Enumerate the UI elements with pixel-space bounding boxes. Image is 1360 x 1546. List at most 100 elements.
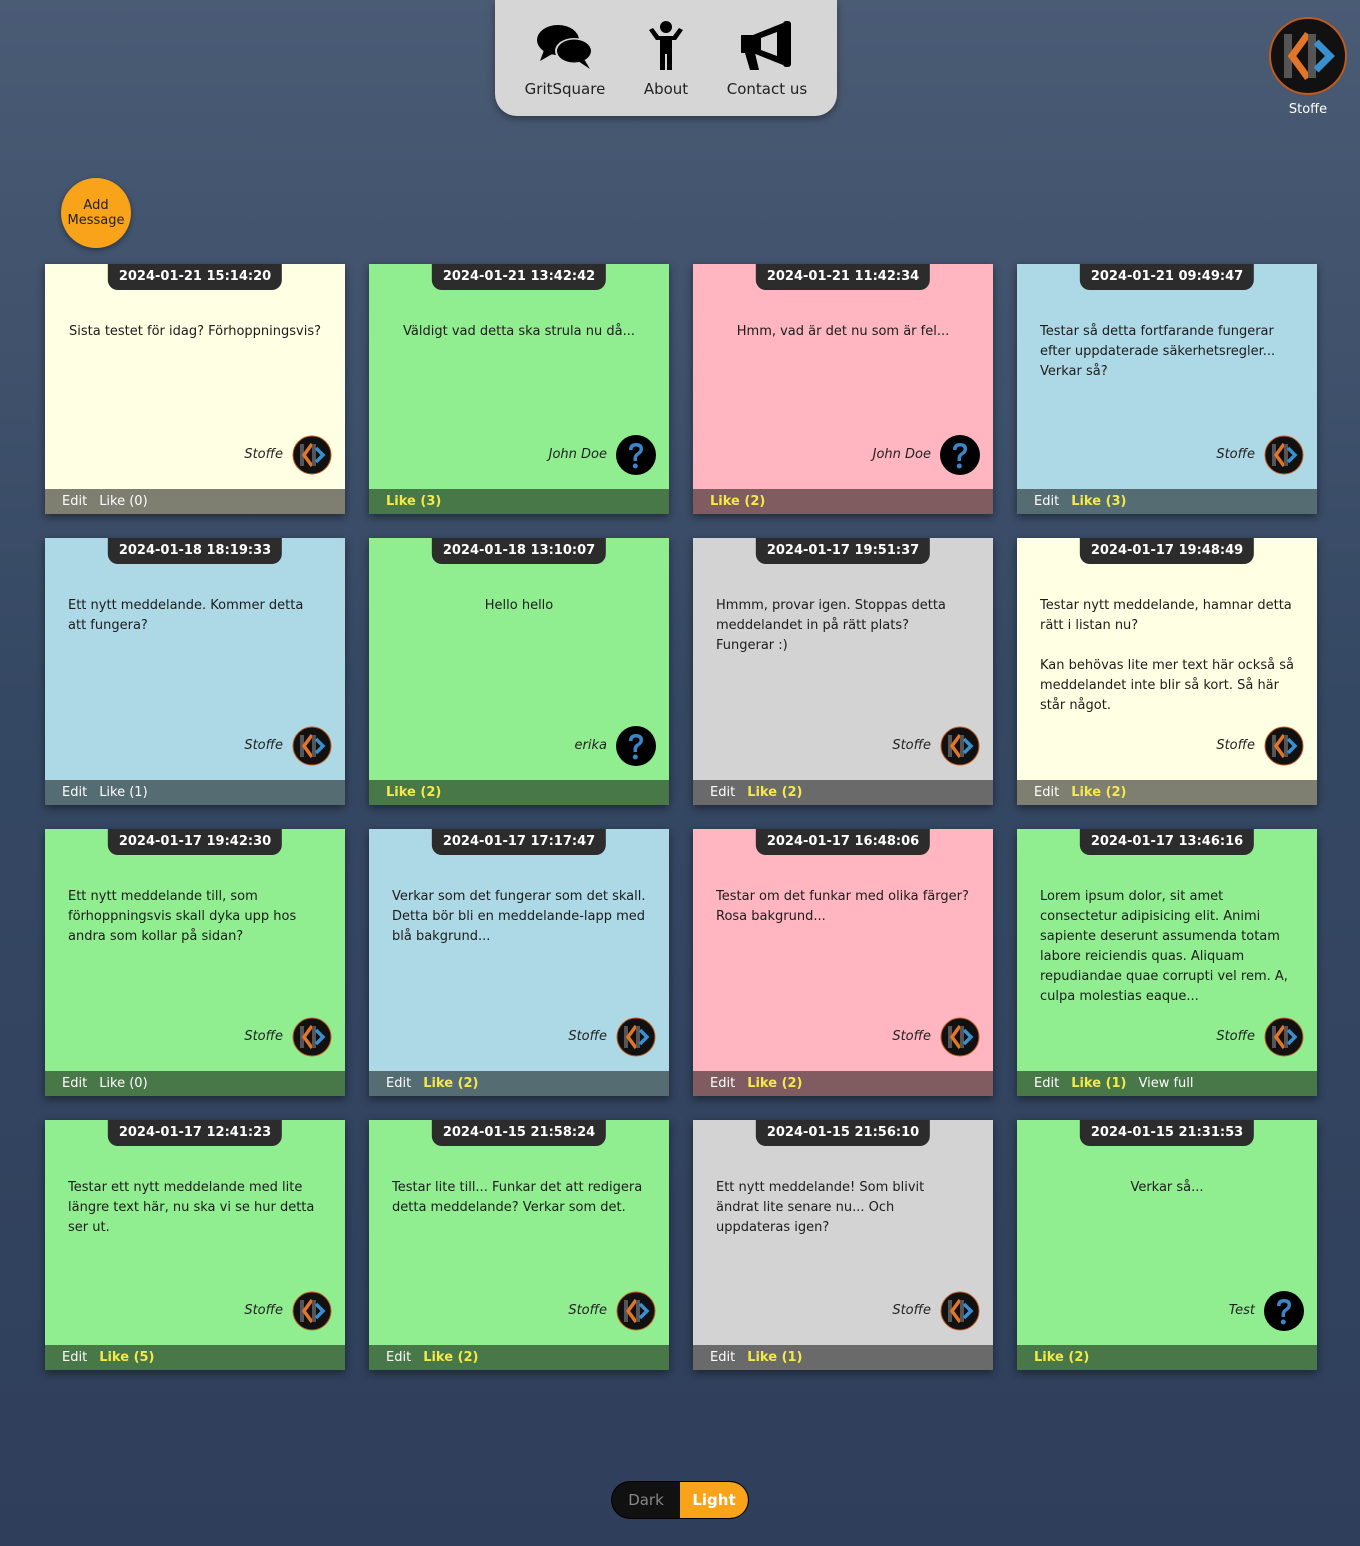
nav-item-contact-us[interactable]: Contact us (712, 18, 822, 98)
edit-button[interactable]: Edit (710, 1076, 735, 1091)
note-author: Stoffe (1216, 447, 1255, 462)
note-text: Verkar som det fungerar som det skall. D… (392, 889, 646, 944)
kb-logo-avatar-icon (940, 1291, 980, 1331)
note-author: John Doe (548, 447, 607, 462)
note-author: Stoffe (244, 1029, 283, 1044)
note-action-bar: Edit Like (0) (45, 489, 345, 514)
message-note: 2024-01-21 15:14:20 Sista testet för idag… (45, 264, 345, 514)
kb-logo-avatar-icon (1264, 726, 1304, 766)
note-author: Stoffe (892, 1029, 931, 1044)
kb-logo-avatar-icon (940, 1017, 980, 1057)
edit-button[interactable]: Edit (62, 785, 87, 800)
note-author: Stoffe (892, 738, 931, 753)
like-button[interactable]: Like (1) (1071, 1076, 1126, 1091)
message-note: 2024-01-17 12:41:23 Testar ett nytt medde… (45, 1120, 345, 1370)
note-action-bar: Edit Like (2) (369, 1345, 669, 1370)
note-date: 2024-01-15 21:58:24 (431, 1120, 607, 1146)
note-text: Lorem ipsum dolor, sit amet consectetur … (1040, 889, 1288, 1004)
note-date: 2024-01-17 19:48:49 (1079, 538, 1255, 564)
nav-label: Contact us (726, 80, 808, 98)
edit-button[interactable]: Edit (386, 1076, 411, 1091)
note-text: Ett nytt meddelande. Kommer detta att fu… (68, 598, 304, 633)
note-author: Stoffe (568, 1303, 607, 1318)
like-button[interactable]: Like (2) (423, 1350, 478, 1365)
person-icon (611, 18, 721, 74)
kb-logo-avatar-icon (1264, 1017, 1304, 1057)
like-button[interactable]: Like (2) (386, 785, 441, 800)
note-date: 2024-01-17 16:48:06 (755, 829, 931, 855)
theme-light-option[interactable]: Light (680, 1482, 748, 1518)
note-date: 2024-01-15 21:56:10 (755, 1120, 931, 1146)
note-author: John Doe (872, 447, 931, 462)
like-button[interactable]: Like (2) (1034, 1350, 1089, 1365)
edit-button[interactable]: Edit (710, 1350, 735, 1365)
note-date: 2024-01-17 19:42:30 (107, 829, 283, 855)
note-text: Testar lite till... Funkar det att redig… (392, 1180, 643, 1215)
note-text: Ett nytt meddelande! Som blivit ändrat l… (716, 1180, 925, 1235)
note-date: 2024-01-17 13:46:16 (1079, 829, 1255, 855)
note-action-bar: Edit Like (2) (693, 1071, 993, 1096)
note-author: Stoffe (244, 447, 283, 462)
megaphone-icon (712, 18, 822, 74)
nav-item-about[interactable]: About (611, 18, 721, 98)
like-button[interactable]: Like (1) (99, 785, 147, 800)
edit-button[interactable]: Edit (1034, 494, 1059, 509)
like-button[interactable]: Like (2) (747, 1076, 802, 1091)
edit-button[interactable]: Edit (62, 494, 87, 509)
add-button-line2: Message (67, 213, 125, 228)
note-text: Testar ett nytt meddelande med lite läng… (68, 1180, 315, 1235)
kb-logo-avatar-icon (292, 435, 332, 475)
note-text: Hmmm, provar igen. Stoppas detta meddela… (716, 598, 946, 653)
like-button[interactable]: Like (2) (747, 785, 802, 800)
nav-item-gritsquare[interactable]: GritSquare (510, 18, 620, 98)
message-note: 2024-01-15 21:56:10 Ett nytt meddelande! … (693, 1120, 993, 1370)
note-action-bar: Edit Like (3) (1017, 489, 1317, 514)
like-button[interactable]: Like (2) (1071, 785, 1126, 800)
like-button[interactable]: Like (2) (710, 494, 765, 509)
note-action-bar: Edit Like (5) (45, 1345, 345, 1370)
note-text: Hello hello (484, 598, 554, 613)
edit-button[interactable]: Edit (710, 785, 735, 800)
profile-name: Stoffe (1288, 102, 1328, 117)
nav-label: About (643, 80, 689, 98)
question-avatar-icon (940, 435, 980, 475)
add-button-line1: Add (83, 198, 109, 213)
note-text: Hmm, vad är det nu som är fel... (736, 324, 950, 339)
like-button[interactable]: Like (5) (99, 1350, 154, 1365)
add-message-button[interactable]: Add Message (61, 178, 131, 248)
message-note: 2024-01-15 21:31:53 Verkar så... Test Like … (1017, 1120, 1317, 1370)
edit-button[interactable]: Edit (1034, 1076, 1059, 1091)
message-note: 2024-01-21 09:49:47 Testar så detta fortf… (1017, 264, 1317, 514)
top-nav: GritSquare About Contact us (495, 0, 837, 116)
note-text: Testar nytt meddelande, hamnar detta rät… (1040, 598, 1294, 713)
like-button[interactable]: Like (3) (1071, 494, 1126, 509)
like-button[interactable]: Like (2) (423, 1076, 478, 1091)
theme-toggle[interactable]: Dark Light (612, 1482, 748, 1518)
edit-button[interactable]: Edit (1034, 785, 1059, 800)
message-note: 2024-01-21 13:42:42 Väldigt vad detta ska… (369, 264, 669, 514)
edit-button[interactable]: Edit (62, 1076, 87, 1091)
edit-button[interactable]: Edit (62, 1350, 87, 1365)
like-button[interactable]: Like (1) (747, 1350, 802, 1365)
view-full-button[interactable]: View full (1139, 1076, 1194, 1091)
note-author: Test (1228, 1303, 1255, 1318)
note-author: erika (574, 738, 607, 753)
user-profile[interactable]: Stoffe (1268, 16, 1348, 117)
note-author: Stoffe (1216, 738, 1255, 753)
chat-bubbles-icon (510, 18, 620, 74)
note-author: Stoffe (244, 1303, 283, 1318)
theme-dark-option[interactable]: Dark (612, 1482, 680, 1518)
edit-button[interactable]: Edit (386, 1350, 411, 1365)
message-note: 2024-01-17 16:48:06 Testar om det funkar … (693, 829, 993, 1096)
like-button[interactable]: Like (0) (99, 1076, 147, 1091)
message-note: 2024-01-15 21:58:24 Testar lite till... F… (369, 1120, 669, 1370)
note-date: 2024-01-17 19:51:37 (755, 538, 931, 564)
message-note: 2024-01-18 18:19:33 Ett nytt meddelande. … (45, 538, 345, 805)
like-button[interactable]: Like (3) (386, 494, 441, 509)
message-note: 2024-01-17 13:46:16 Lorem ipsum dolor, si… (1017, 829, 1317, 1096)
note-author: Stoffe (568, 1029, 607, 1044)
like-button[interactable]: Like (0) (99, 494, 147, 509)
question-avatar-icon (616, 435, 656, 475)
note-author: Stoffe (244, 738, 283, 753)
note-date: 2024-01-17 17:17:47 (431, 829, 607, 855)
